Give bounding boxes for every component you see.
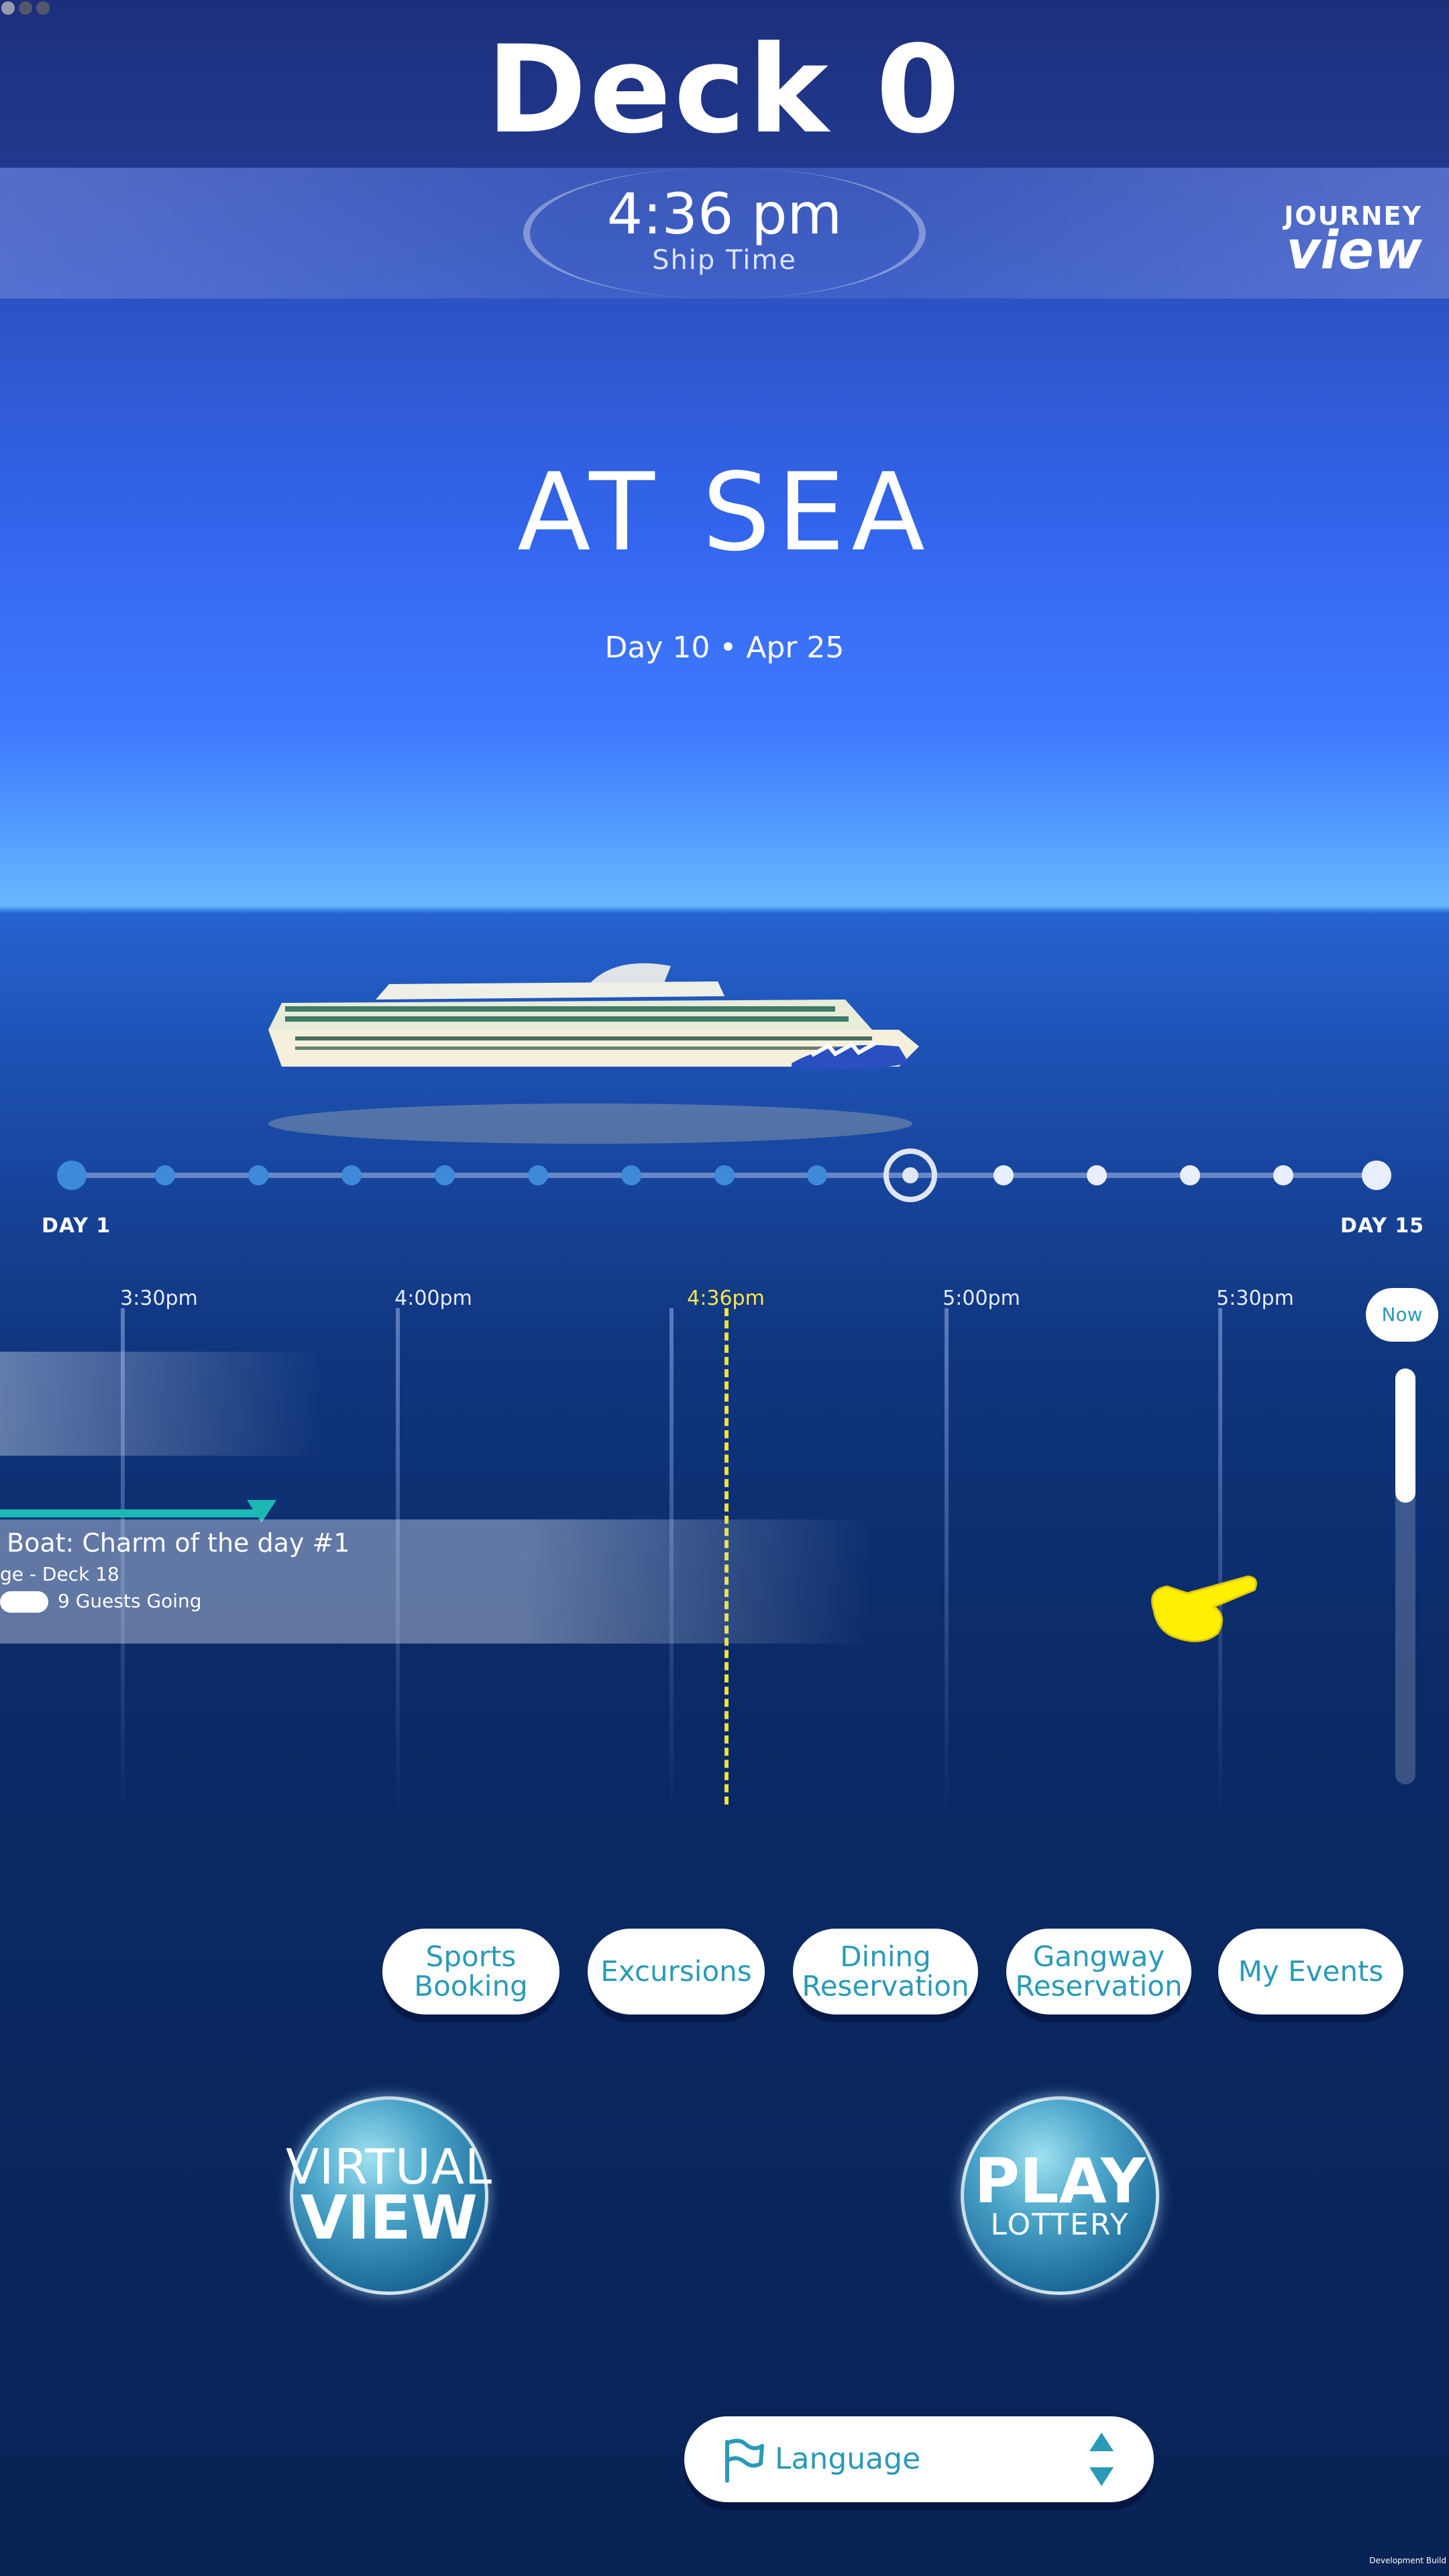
logo-bottom-text: view bbox=[1286, 221, 1422, 282]
virtual-view-line2: VIEW bbox=[301, 2183, 478, 2254]
pointer-hand-icon bbox=[1151, 1575, 1257, 1642]
gangway-reservation-label: Gangway Reservation bbox=[1015, 1939, 1183, 2002]
time-tick: 5:00pm bbox=[943, 1287, 1020, 1310]
day-marker[interactable] bbox=[1180, 1165, 1201, 1185]
now-button[interactable]: Now bbox=[1366, 1288, 1438, 1342]
day-marker[interactable] bbox=[154, 1165, 175, 1185]
chevron-up-icon bbox=[1089, 2432, 1114, 2451]
day-marker[interactable] bbox=[527, 1165, 548, 1185]
event-title: Boat: Charm of the day #1 bbox=[7, 1528, 350, 1558]
virtual-view-button[interactable]: VIRTUAL VIEW bbox=[286, 2096, 492, 2295]
day-marker[interactable] bbox=[248, 1165, 268, 1185]
day-marker[interactable] bbox=[1273, 1165, 1294, 1185]
event-guest-pill bbox=[0, 1591, 48, 1613]
timeline-gridline bbox=[1218, 1308, 1222, 1818]
event-duration-bar bbox=[0, 1509, 262, 1517]
excursions-button[interactable]: Excursions bbox=[588, 1929, 765, 2015]
location-status: AT SEA bbox=[517, 449, 932, 575]
journey-view-logo: JOURNEY view bbox=[1284, 203, 1422, 282]
day-marker[interactable] bbox=[807, 1165, 828, 1185]
gangway-reservation-button[interactable]: Gangway Reservation bbox=[1006, 1929, 1191, 2015]
day-marker[interactable] bbox=[1087, 1165, 1108, 1185]
day-marker-current[interactable] bbox=[883, 1148, 938, 1202]
time-tick: 5:30pm bbox=[1216, 1287, 1294, 1310]
time-tick: 4:00pm bbox=[394, 1287, 472, 1310]
deck-title: Deck 0 bbox=[486, 20, 963, 160]
cruise-ship-image bbox=[268, 963, 919, 1144]
time-tick: 3:30pm bbox=[120, 1287, 198, 1310]
flag-icon bbox=[725, 2438, 764, 2483]
event-guests-going: 9 Guests Going bbox=[58, 1590, 202, 1612]
build-label: Development Build bbox=[1369, 2556, 1446, 2565]
play-lottery-line1: PLAY bbox=[974, 2145, 1146, 2218]
day-start-label: DAY 1 bbox=[42, 1214, 111, 1238]
day-marker[interactable] bbox=[714, 1165, 735, 1185]
dining-reservation-button[interactable]: Dining Reservation bbox=[793, 1929, 978, 2015]
play-lottery-button[interactable]: PLAY LOTTERY bbox=[961, 2096, 1159, 2295]
event-location: ge - Deck 18 bbox=[0, 1563, 119, 1585]
day-marker[interactable] bbox=[994, 1165, 1014, 1185]
timeline-gridline bbox=[945, 1308, 949, 1818]
sports-booking-button[interactable]: Sports Booking bbox=[382, 1929, 559, 2015]
day-marker[interactable] bbox=[621, 1165, 641, 1185]
timeline-scrollbar-thumb[interactable] bbox=[1395, 1368, 1415, 1503]
sports-booking-label: Sports Booking bbox=[414, 1939, 528, 2002]
my-events-button[interactable]: My Events bbox=[1218, 1929, 1403, 2015]
play-lottery-line2: LOTTERY bbox=[990, 2207, 1130, 2242]
dining-reservation-label: Dining Reservation bbox=[802, 1939, 969, 2002]
ship-time: 4:36 pm bbox=[606, 181, 843, 247]
time-tick-current: 4:36pm bbox=[687, 1287, 765, 1310]
language-label: Language bbox=[775, 2442, 921, 2476]
day-marker[interactable] bbox=[434, 1165, 455, 1185]
day-marker[interactable] bbox=[57, 1161, 87, 1190]
day-end-label: DAY 15 bbox=[1340, 1214, 1425, 1238]
my-events-label: My Events bbox=[1238, 1954, 1384, 1988]
event-card[interactable] bbox=[0, 1352, 322, 1456]
language-selector[interactable]: Language bbox=[684, 2416, 1154, 2502]
ship-time-label: Ship Time bbox=[652, 245, 797, 276]
chevron-down-icon bbox=[1089, 2467, 1114, 2486]
day-marker[interactable] bbox=[341, 1165, 362, 1185]
excursions-label: Excursions bbox=[600, 1954, 752, 1988]
day-marker[interactable] bbox=[1362, 1161, 1391, 1190]
day-date: Day 10 • Apr 25 bbox=[604, 631, 845, 665]
